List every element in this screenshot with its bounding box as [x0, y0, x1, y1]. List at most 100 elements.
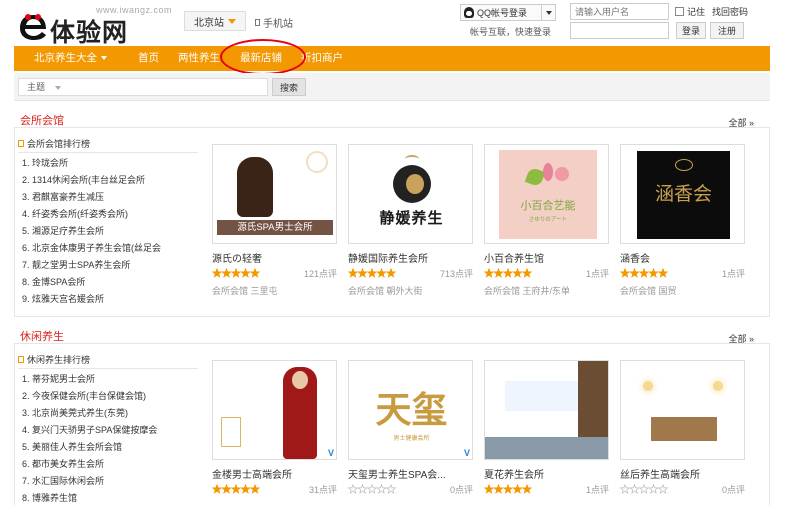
city-selector[interactable]: 北京站 — [184, 11, 246, 31]
shop-meta: 会所会馆 王府井/东单 — [484, 286, 571, 296]
shop-image[interactable]: 静媛养生 — [348, 144, 473, 244]
star-empty-icon — [648, 484, 659, 494]
city-label: 北京站 — [194, 17, 224, 29]
rank-item[interactable]: 7. 靓之堂男士SPA养生会所 — [22, 257, 200, 274]
password-input[interactable] — [570, 22, 669, 39]
shop-image[interactable]: 涵香会 — [620, 144, 745, 244]
shop-card[interactable]: 源氏SPA男士会所 源氏の轻奢 121点评 会所会馆 三里屯 — [212, 144, 337, 296]
section-title[interactable]: 休闲养生 — [20, 328, 64, 344]
remember-label: 记住 — [687, 7, 706, 17]
search-button[interactable]: 搜索 — [272, 78, 306, 96]
rating-stars — [484, 484, 532, 494]
qq-dropdown-icon[interactable] — [541, 5, 555, 20]
section-title[interactable]: 会所会馆 — [20, 112, 64, 128]
star-filled-icon — [366, 268, 378, 278]
rank-item[interactable]: 4. 复兴门天骄男子SPA保健按摩会 — [22, 422, 200, 439]
flower-emblem-icon — [306, 151, 328, 173]
rank-item[interactable]: 6. 北京金体康男子养生会馆(丝足会 — [22, 240, 200, 257]
rank-divider — [18, 368, 198, 369]
rank-item[interactable]: 5. 湘源足疗养生会所 — [22, 223, 200, 240]
shop-image[interactable] — [484, 360, 609, 460]
shop-card[interactable]: 小百合艺能 さゆりのアート 小百合养生馆 1点评 会所会馆 王府井/东单 — [484, 144, 609, 296]
rank-item[interactable]: 5. 美丽佳人养生会所会馆 — [22, 439, 200, 456]
rank-item[interactable]: 1. 玲珑会所 — [22, 155, 200, 172]
star-empty-icon — [348, 484, 359, 494]
nav-item-discount[interactable]: 折扣商户 — [301, 46, 343, 71]
remember-checkbox[interactable] — [675, 7, 684, 16]
shop-card[interactable]: V 金楼男士高端会所 31点评 — [212, 360, 337, 495]
remember-me[interactable]: 记住 — [675, 5, 705, 18]
star-filled-icon — [212, 268, 223, 278]
register-button[interactable]: 注册 — [710, 22, 744, 39]
qq-login-button[interactable]: QQ帐号登录 — [460, 4, 556, 21]
review-count[interactable]: 0点评 — [722, 483, 745, 496]
star-filled-icon — [512, 268, 523, 278]
shop-name[interactable]: 静媛国际养生会所 — [348, 250, 428, 265]
site-logo[interactable]: www.iwangz.com 体验网 — [16, 5, 176, 47]
star-filled-icon — [657, 268, 668, 278]
review-count[interactable]: 1点评 — [586, 267, 609, 280]
rank-item[interactable]: 1. 蒂芬妮男士会所 — [22, 371, 200, 388]
star-filled-icon — [521, 268, 532, 278]
shop-image[interactable]: V — [212, 360, 337, 460]
find-password-link[interactable]: 找回密码 — [712, 5, 748, 18]
reception-desk — [651, 417, 717, 441]
qq-penguin-icon — [464, 7, 474, 18]
rank-item[interactable]: 8. 金博SPA会所 — [22, 274, 200, 291]
review-count[interactable]: 713点评 — [440, 267, 473, 280]
shop-name[interactable]: 丝后养生高端会所 — [620, 466, 700, 481]
rank-list: 1. 蒂芬妮男士会所 2. 今夜保健会所(丰台保健会馆) 3. 北京尚美莞式养生… — [22, 371, 200, 505]
rank-item[interactable]: 8. 博雅养生馆 — [22, 490, 200, 505]
shop-name[interactable]: 小百合养生馆 — [484, 250, 544, 265]
star-filled-icon — [512, 484, 523, 494]
shop-card[interactable]: 夏花养生会所 1点评 — [484, 360, 609, 495]
logo-e-icon — [20, 14, 46, 40]
star-filled-icon — [376, 268, 387, 278]
shop-name[interactable]: 夏花养生会所 — [484, 466, 544, 481]
shop-name[interactable]: 源氏の轻奢 — [212, 250, 262, 265]
username-input[interactable] — [570, 3, 669, 20]
shop-card[interactable]: 静媛养生 静媛国际养生会所 713点评 会所会馆 朝外大街 — [348, 144, 473, 296]
shop-name[interactable]: 金楼男士高端会所 — [212, 466, 292, 481]
login-button[interactable]: 登录 — [676, 22, 706, 39]
rank-item[interactable]: 2. 1314休闲会所(丰台丝足会所 — [22, 172, 200, 189]
shop-image[interactable] — [620, 360, 745, 460]
rank-item[interactable]: 3. 北京尚美莞式养生(东莞) — [22, 405, 200, 422]
review-count[interactable]: 31点评 — [309, 483, 337, 496]
shop-name[interactable]: 涵香会 — [620, 250, 650, 265]
rank-list: 1. 玲珑会所 2. 1314休闲会所(丰台丝足会所 3. 君麒富豪养生减压 4… — [22, 155, 200, 308]
shop-card[interactable]: 丝后养生高端会所 0点评 — [620, 360, 745, 495]
shop-card[interactable]: 涵香会 涵香会 1点评 会所会馆 国贸 — [620, 144, 745, 296]
rank-item[interactable]: 9. 炫雅天宫名媛会所 — [22, 291, 200, 308]
nav-item-category[interactable]: 北京养生大全 — [34, 46, 107, 71]
qq-login-label: QQ帐号登录 — [477, 8, 528, 18]
review-count[interactable]: 0点评 — [450, 483, 473, 496]
lamp-light — [713, 381, 723, 391]
star-filled-icon — [521, 484, 532, 494]
star-empty-icon — [366, 484, 378, 494]
rank-item[interactable]: 6. 都市美女养生会所 — [22, 456, 200, 473]
review-count[interactable]: 1点评 — [586, 483, 609, 496]
mobile-link-label: 手机站 — [263, 19, 293, 30]
shop-image-sublabel: さゆりのアート — [528, 217, 568, 223]
search-select-value: 主题 — [27, 82, 46, 92]
shop-image[interactable]: 源氏SPA男士会所 — [212, 144, 337, 244]
star-filled-icon — [493, 484, 504, 494]
shop-card[interactable]: 天玺 男士健康会所 V 天玺男士养生SPA会... 0点评 — [348, 360, 473, 495]
mobile-site-link[interactable]: 手机站 — [255, 15, 293, 30]
rank-item[interactable]: 3. 君麒富豪养生减压 — [22, 189, 200, 206]
rank-item[interactable]: 7. 水汇国际休闲会所 — [22, 473, 200, 490]
shop-image[interactable]: 小百合艺能 さゆりのアート — [484, 144, 609, 244]
nav-item-sexual-health[interactable]: 两性养生 — [178, 46, 220, 71]
review-count[interactable]: 121点评 — [304, 267, 337, 280]
search-topic-select[interactable]: 主题 — [18, 78, 268, 96]
rank-item[interactable]: 2. 今夜保健会所(丰台保健会馆) — [22, 388, 200, 405]
shop-name[interactable]: 天玺男士养生SPA会... — [348, 466, 446, 481]
review-count[interactable]: 1点评 — [722, 267, 745, 280]
rank-item[interactable]: 4. 纤姿秀会所(纤姿秀会所) — [22, 206, 200, 223]
star-filled-icon — [638, 268, 650, 278]
nav-item-home[interactable]: 首页 — [138, 46, 159, 71]
star-filled-icon — [249, 484, 260, 494]
verified-badge-icon: V — [463, 448, 470, 458]
shop-image[interactable]: 天玺 男士健康会所 V — [348, 360, 473, 460]
